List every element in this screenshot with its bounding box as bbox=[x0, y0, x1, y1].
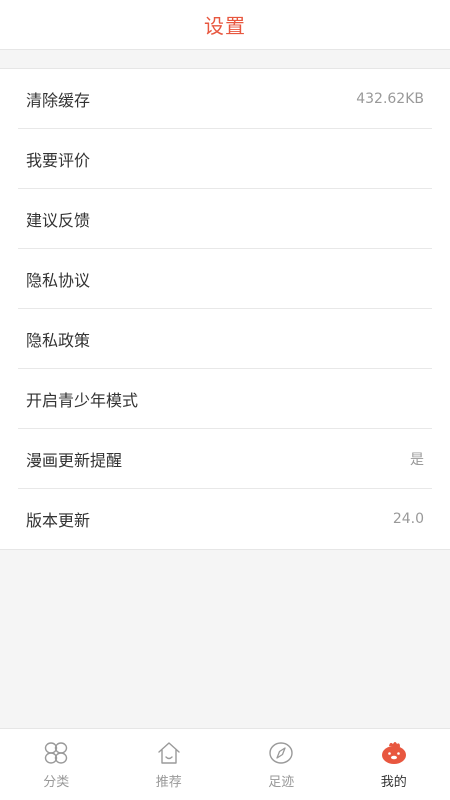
tab-mine[interactable]: 我的 bbox=[338, 729, 450, 800]
setting-label: 漫画更新提醒 bbox=[26, 450, 123, 470]
setting-teen-mode[interactable]: 开启青少年模式 bbox=[18, 369, 432, 429]
setting-version-update[interactable]: 版本更新 24.0 bbox=[18, 489, 432, 549]
setting-label: 清除缓存 bbox=[26, 90, 91, 110]
setting-label: 隐私政策 bbox=[26, 330, 91, 350]
reminder-status-value: 是 bbox=[410, 451, 424, 468]
setting-feedback[interactable]: 建议反馈 bbox=[18, 189, 432, 249]
header-bar: 设置 bbox=[0, 0, 450, 50]
page-title: 设置 bbox=[204, 14, 246, 38]
setting-rate-app[interactable]: 我要评价 bbox=[18, 129, 432, 189]
cache-size-value: 432.62KB bbox=[356, 90, 424, 107]
setting-label: 开启青少年模式 bbox=[26, 390, 139, 410]
settings-list: 清除缓存 432.62KB 我要评价 建议反馈 隐私协议 隐私政策 开启青少年模… bbox=[0, 68, 450, 550]
compass-icon bbox=[267, 739, 295, 767]
setting-label: 版本更新 bbox=[26, 511, 91, 530]
app-root: 设置 清除缓存 432.62KB 我要评价 建议反馈 隐私协议 隐私政策 开启青… bbox=[0, 0, 450, 800]
setting-comic-update-reminder[interactable]: 漫画更新提醒 是 bbox=[18, 429, 432, 489]
tab-label: 分类 bbox=[43, 775, 70, 790]
tab-label: 推荐 bbox=[155, 775, 182, 790]
tab-label: 足迹 bbox=[268, 775, 295, 790]
home-icon bbox=[155, 739, 183, 767]
tab-recommend[interactable]: 推荐 bbox=[113, 729, 226, 800]
setting-label: 建议反馈 bbox=[26, 210, 91, 230]
version-value: 24.0 bbox=[392, 511, 424, 527]
tab-label: 我的 bbox=[380, 775, 407, 790]
tab-category[interactable]: 分类 bbox=[0, 729, 113, 800]
setting-clear-cache[interactable]: 清除缓存 432.62KB bbox=[18, 69, 432, 129]
setting-label: 隐私协议 bbox=[26, 270, 91, 290]
setting-privacy-agreement[interactable]: 隐私协议 bbox=[18, 249, 432, 309]
setting-label: 我要评价 bbox=[26, 150, 91, 170]
setting-privacy-policy[interactable]: 隐私政策 bbox=[18, 309, 432, 369]
tab-footprint[interactable]: 足迹 bbox=[225, 729, 338, 800]
mascot-face-icon bbox=[380, 739, 408, 767]
grid-clover-icon bbox=[42, 739, 70, 767]
bottom-tab-bar: 分类 推荐 足迹 我的 bbox=[0, 728, 450, 800]
